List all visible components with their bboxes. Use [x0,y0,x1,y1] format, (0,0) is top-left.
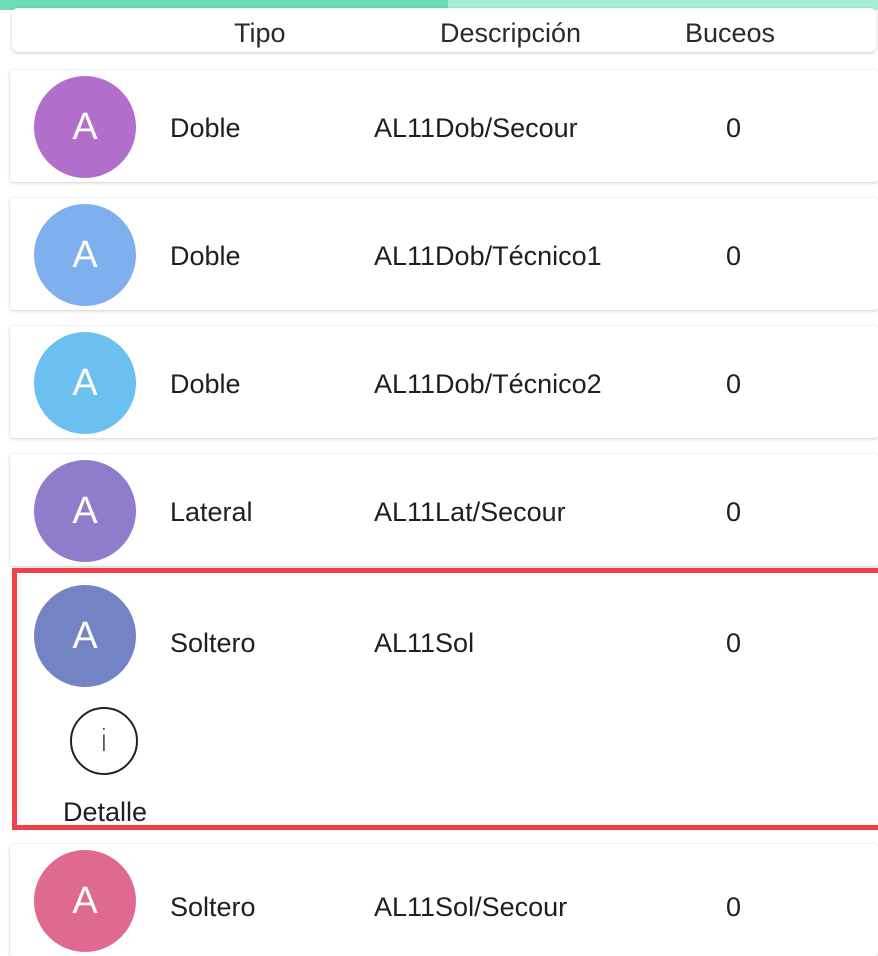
cell-descripcion: AL11Dob/Técnico2 [374,369,602,399]
avatar: A [34,76,136,178]
cell-tipo: Soltero [170,628,256,658]
column-header-tipo: Tipo [234,18,286,48]
cell-tipo: Doble [170,113,241,143]
avatar: A [34,204,136,306]
list-item[interactable]: A Doble AL11Dob/Técnico1 0 [10,198,878,310]
cell-descripcion: AL11Sol/Secour [374,892,568,922]
cell-descripcion: AL11Lat/Secour [374,497,566,527]
avatar: A [34,460,136,562]
avatar: A [34,585,136,687]
list-item[interactable]: A Doble AL11Dob/Técnico2 0 [10,326,878,438]
cell-buceos: 0 [726,892,742,922]
list-item-selected[interactable]: A Soltero AL11Sol 0 i Detalle [12,568,878,830]
cell-buceos: 0 [726,369,742,399]
cell-tipo: Soltero [170,892,256,922]
cell-tipo: Doble [170,369,241,399]
info-icon[interactable]: i [70,707,138,775]
cell-buceos: 0 [726,113,742,143]
list-item[interactable]: A Soltero AL11Sol/Secour 0 [10,844,878,956]
column-header-buceos: Buceos [685,18,776,48]
cell-descripcion: AL11Dob/Técnico1 [374,241,602,271]
cell-tipo: Lateral [170,497,253,527]
table-header: Tipo Descripción Buceos [12,8,876,52]
cell-descripcion: AL11Sol [374,628,475,658]
cell-tipo: Doble [170,241,241,271]
detail-label[interactable]: Detalle [63,797,147,828]
cell-buceos: 0 [726,497,742,527]
cell-buceos: 0 [726,241,742,271]
info-icon-glyph: i [99,723,109,759]
list-item[interactable]: A Lateral AL11Lat/Secour 0 [10,454,878,566]
list-item[interactable]: A Doble AL11Dob/Secour 0 [10,70,878,182]
avatar: A [34,332,136,434]
column-header-descripcion: Descripción [440,18,582,48]
avatar: A [34,850,136,952]
cell-buceos: 0 [726,628,742,658]
cell-descripcion: AL11Dob/Secour [374,113,578,143]
